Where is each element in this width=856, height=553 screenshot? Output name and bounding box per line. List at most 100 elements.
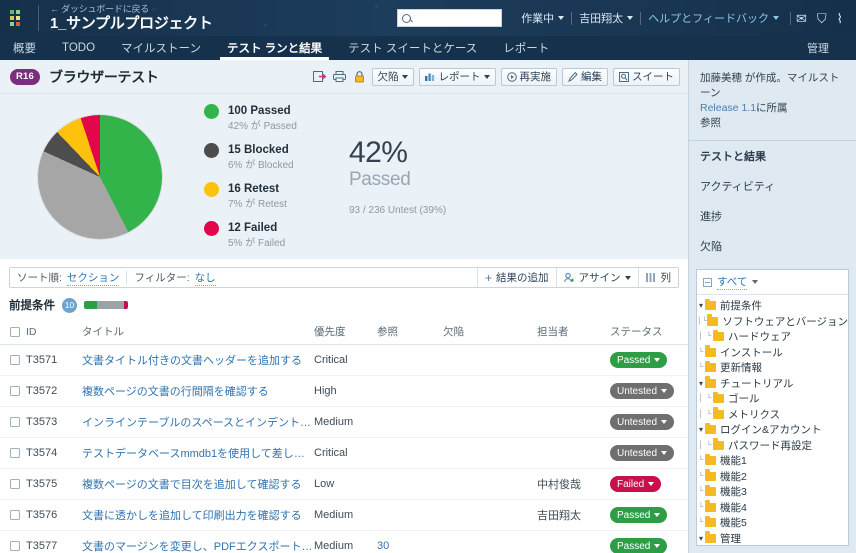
defects-button[interactable]: 欠陥 <box>371 67 414 86</box>
table-row[interactable]: T3571文書タイトル付きの文書ヘッダーを追加するCriticalPassed› <box>0 344 688 376</box>
app-logo-icon[interactable] <box>10 10 26 26</box>
cell-title[interactable]: テストデータベースmmdb1を使用して差し込み印刷機能... <box>82 437 314 469</box>
tab-test-runs-results[interactable]: テスト ランと結果 <box>214 36 335 60</box>
row-checkbox[interactable] <box>10 386 20 396</box>
row-checkbox[interactable] <box>10 417 20 427</box>
row-checkbox[interactable] <box>10 510 20 520</box>
tree-node[interactable]: │ └ パスワード再設定 <box>697 438 848 454</box>
tree-node[interactable]: │ └ メトリクス <box>697 407 848 423</box>
tree-node[interactable]: └ 機能5 <box>697 515 848 531</box>
sidebar-item-progress[interactable]: 進捗 <box>689 201 856 231</box>
select-all-header[interactable] <box>0 319 26 345</box>
lock-icon[interactable] <box>352 70 367 84</box>
envelope-icon[interactable]: ✉ <box>791 12 812 25</box>
cell-title[interactable]: 複数ページの文書で目次を追加して確認する <box>82 468 314 500</box>
status-badge[interactable]: Untested <box>610 445 675 461</box>
tree-header-label[interactable]: すべて <box>717 274 748 290</box>
sidebar-item-activity[interactable]: アクティビティ <box>689 171 856 201</box>
status-badge[interactable]: Untested <box>610 414 675 430</box>
row-select-cell[interactable] <box>0 406 26 438</box>
edit-button[interactable]: 編集 <box>562 67 608 86</box>
col-owner[interactable]: 担当者 <box>537 319 610 345</box>
test-case-link[interactable]: インラインテーブルのスペースとインデントの計算を確認する <box>82 414 314 430</box>
admin-link[interactable]: 管理 <box>794 40 842 56</box>
tree-node[interactable]: └ 更新情報 <box>697 360 848 376</box>
test-case-link[interactable]: 文書のマージンを変更し、PDFエクスポートとの相互運... <box>82 538 314 553</box>
tab-reports[interactable]: レポート <box>490 36 562 60</box>
suite-tree[interactable]: ▾ 前提条件 │ └ ソフトウェアとバージョン │ └ ハードウェア └ インストール └ 更新情報 ▾… <box>697 295 848 545</box>
col-title[interactable]: タイトル <box>82 319 314 345</box>
cell-reference[interactable]: 30 <box>377 530 443 553</box>
sort-value[interactable]: セクション <box>66 270 120 286</box>
cell-reference[interactable] <box>377 344 443 376</box>
table-row[interactable]: T3573インラインテーブルのスペースとインデントの計算を確認するMedium U… <box>0 406 688 438</box>
search-input[interactable] <box>397 9 503 27</box>
table-row[interactable]: T3577文書のマージンを変更し、PDFエクスポートとの相互運...Medium… <box>0 530 688 553</box>
rss-icon[interactable]: ⌇ <box>832 12 848 25</box>
print-icon[interactable] <box>332 70 347 84</box>
col-id[interactable]: ID <box>26 319 82 345</box>
row-checkbox[interactable] <box>10 541 20 551</box>
sort-control[interactable]: ソート順: セクション <box>10 270 120 286</box>
select-all-checkbox[interactable] <box>10 326 20 337</box>
col-defect[interactable]: 欠陥 <box>443 319 537 345</box>
tree-expand-icon[interactable]: ▾ <box>697 379 705 388</box>
cell-status[interactable]: Passed <box>610 344 688 376</box>
status-menu[interactable]: 作業中 <box>514 10 571 26</box>
tab-todo[interactable]: TODO <box>49 36 108 60</box>
test-case-link[interactable]: 複数ページの文書で目次を追加して確認する <box>82 476 314 492</box>
tree-node[interactable]: │ └ ソフトウェアとバージョン <box>697 314 848 330</box>
cell-title[interactable]: 文書に透かしを追加して印刷出力を確認する <box>82 499 314 531</box>
row-checkbox[interactable] <box>10 479 20 489</box>
tree-node[interactable]: ▾ ログイン&アカウント <box>697 422 848 438</box>
suite-button[interactable]: スイート <box>613 67 680 86</box>
assign-button[interactable]: アサイン <box>555 268 638 287</box>
cell-reference[interactable] <box>377 406 443 438</box>
test-cases-table-scroll[interactable]: ID タイトル 優先度 参照 欠陥 担当者 ステータス T3571 文書タイトル… <box>0 319 688 553</box>
sidebar-item-tests-results[interactable]: テストと結果 <box>689 141 856 171</box>
help-menu[interactable]: ヘルプとフィードバック <box>641 10 786 26</box>
table-row[interactable]: T3574テストデータベースmmdb1を使用して差し込み印刷機能...Criti… <box>0 437 688 469</box>
search-field[interactable] <box>411 12 496 24</box>
tree-node[interactable]: ▾ 管理 <box>697 531 848 546</box>
tree-node[interactable]: └ 機能1 <box>697 453 848 469</box>
tree-node[interactable]: └ 機能4 <box>697 500 848 516</box>
legend-item[interactable]: 16 Retest 7% が Retest <box>204 181 297 211</box>
rerun-button[interactable]: 再実施 <box>500 67 557 86</box>
tree-node[interactable]: ▾ 前提条件 <box>697 298 848 314</box>
col-reference[interactable]: 参照 <box>377 319 443 345</box>
report-button[interactable]: レポート <box>418 67 496 86</box>
export-icon[interactable] <box>312 70 327 84</box>
col-status[interactable]: ステータス <box>610 319 688 345</box>
cell-reference[interactable] <box>377 375 443 407</box>
test-case-link[interactable]: 文書タイトル付きの文書ヘッダーを追加する <box>82 352 314 368</box>
row-select-cell[interactable] <box>0 437 26 469</box>
tree-expand-icon[interactable]: ▾ <box>697 534 705 543</box>
cell-status[interactable]: Failed <box>610 468 688 500</box>
tab-test-suites-cases[interactable]: テスト スイートとケース <box>335 36 490 60</box>
cell-title[interactable]: 文書タイトル付きの文書ヘッダーを追加する <box>82 344 314 376</box>
table-row[interactable]: T3576 文書に透かしを追加して印刷出力を確認する Medium 吉田翔太 Passe… <box>0 499 688 531</box>
row-select-cell[interactable] <box>0 499 26 531</box>
tree-expand-icon[interactable]: ▾ <box>697 425 705 434</box>
legend-item[interactable]: 100 Passed 42% が Passed <box>204 103 297 133</box>
row-select-cell[interactable] <box>0 530 26 553</box>
chevron-down-icon[interactable] <box>752 280 759 284</box>
tree-expand-icon[interactable]: ▾ <box>697 301 705 310</box>
cell-title[interactable]: インラインテーブルのスペースとインデントの計算を確認する <box>82 406 314 438</box>
status-badge[interactable]: Failed <box>610 476 662 492</box>
cell-title[interactable]: 複数ページの文書の行間隔を確認する <box>82 375 314 407</box>
test-case-link[interactable]: 複数ページの文書の行間隔を確認する <box>82 383 314 399</box>
row-checkbox[interactable] <box>10 355 20 365</box>
legend-item[interactable]: 15 Blocked 6% が Blocked <box>204 142 297 172</box>
cell-status[interactable]: Untested <box>610 375 688 407</box>
columns-button[interactable]: 列 <box>637 268 679 287</box>
cell-reference[interactable] <box>377 499 443 531</box>
col-priority[interactable]: 優先度 <box>314 319 377 345</box>
tree-node[interactable]: │ └ ゴール <box>697 391 848 407</box>
tab-milestones[interactable]: マイルストーン <box>108 36 214 60</box>
section-header[interactable]: 前提条件 10 <box>0 288 688 319</box>
add-result-button[interactable]: + 結果の追加 <box>476 268 556 287</box>
status-badge[interactable]: Passed <box>610 352 668 368</box>
row-select-cell[interactable] <box>0 468 26 500</box>
